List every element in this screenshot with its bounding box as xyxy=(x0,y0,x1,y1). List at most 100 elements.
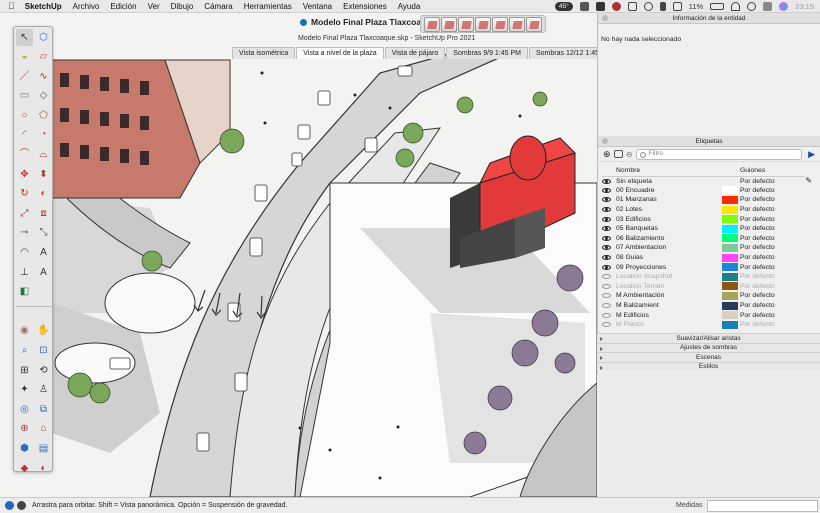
layout-icon[interactable]: ▤ xyxy=(35,440,52,457)
credits-icon[interactable] xyxy=(17,501,26,510)
battery-icon[interactable] xyxy=(710,3,725,10)
orbit-icon[interactable]: ◉ xyxy=(16,323,33,340)
left-view-icon[interactable] xyxy=(509,17,525,32)
position-camera-icon[interactable]: ✦ xyxy=(16,382,33,399)
apple-icon[interactable]:  xyxy=(8,1,15,11)
close-icon[interactable] xyxy=(602,15,608,21)
style-icon[interactable]: ◆ xyxy=(16,460,33,477)
siri-icon[interactable] xyxy=(779,2,789,11)
visibility-eye-icon[interactable] xyxy=(602,197,611,203)
polygon-icon[interactable]: ⬠ xyxy=(35,107,52,124)
recorder-icon[interactable] xyxy=(595,2,605,11)
tag-row[interactable]: M Ambientación Por defecto xyxy=(602,291,818,301)
circle-icon[interactable]: ○ xyxy=(16,107,33,124)
tag-color-swatch[interactable] xyxy=(721,253,738,262)
add-tag-icon[interactable]: ⊕ xyxy=(603,149,611,160)
visibility-eye-icon[interactable] xyxy=(602,245,611,251)
tag-color-swatch[interactable] xyxy=(721,320,738,329)
tag-row[interactable]: 02 Lotes Por defecto xyxy=(602,205,818,215)
freehand-icon[interactable]: ∿ xyxy=(35,68,52,85)
tag-name[interactable]: 06 Balizamiento xyxy=(616,234,722,244)
col-dashes[interactable]: Guiones xyxy=(739,166,806,177)
tray-styles[interactable]: Estilos xyxy=(597,361,820,371)
offset-icon[interactable]: ⧈ xyxy=(35,205,52,222)
menu-dibujo[interactable]: Dibujo xyxy=(171,2,194,11)
arc-2pt-icon[interactable]: ⌒ xyxy=(16,147,33,164)
visibility-eye-icon[interactable] xyxy=(602,235,611,241)
top-view-icon[interactable] xyxy=(441,17,457,32)
warehouse-icon[interactable]: ⌂ xyxy=(35,421,52,438)
zoom-window-icon[interactable]: ⊡ xyxy=(35,343,52,360)
temperature-badge[interactable]: 45° xyxy=(554,2,573,11)
follow-me-icon[interactable]: ◐ xyxy=(35,186,52,203)
tag-name[interactable]: 05 Banquetas xyxy=(616,224,722,234)
tag-color-swatch[interactable] xyxy=(721,205,738,214)
scale-icon[interactable]: ⤢ xyxy=(16,205,33,222)
geolocation-icon[interactable] xyxy=(5,501,14,510)
extension-icon[interactable]: ⬢ xyxy=(16,440,33,457)
visibility-eye-icon[interactable] xyxy=(602,207,611,213)
zoom-icon[interactable]: ⌕ xyxy=(16,343,33,360)
tag-name[interactable]: 08 Guias xyxy=(616,253,722,263)
tag-dash[interactable]: Por defecto xyxy=(740,234,805,244)
tag-dash[interactable]: Por defecto xyxy=(740,224,805,234)
tag-dash[interactable]: Por defecto xyxy=(740,291,805,301)
visibility-eye-icon[interactable] xyxy=(602,293,611,299)
tag-row[interactable]: 08 Guias Por defecto xyxy=(602,253,818,263)
rotated-rectangle-icon[interactable]: ◇ xyxy=(35,88,52,105)
menu-herramientas[interactable]: Herramientas xyxy=(244,2,292,11)
tag-color-swatch[interactable] xyxy=(721,186,738,195)
axes-icon[interactable]: ⊥ xyxy=(16,264,33,281)
tag-name[interactable]: M Planos xyxy=(616,320,722,330)
zoom-extents-icon[interactable]: ⊞ xyxy=(16,362,33,379)
tag-name[interactable]: 01 Manzanas xyxy=(616,195,722,205)
battery-percent[interactable]: 11% xyxy=(689,2,703,11)
pencil-icon[interactable]: ✎ xyxy=(805,176,812,185)
visibility-eye-icon[interactable] xyxy=(602,283,611,289)
tag-row[interactable]: 01 Manzanas Por defecto xyxy=(602,195,818,205)
control-center-icon[interactable] xyxy=(763,2,773,11)
tag-row[interactable]: 03 Edificios Por defecto xyxy=(602,214,818,224)
line-icon[interactable]: ／ xyxy=(16,68,33,85)
tag-dash[interactable]: Por defecto xyxy=(740,320,805,330)
menu-camara[interactable]: Cámara xyxy=(204,2,232,11)
tag-color-swatch[interactable] xyxy=(721,272,738,281)
tray-shadows[interactable]: Ajustes de sombras xyxy=(597,342,820,352)
details-arrow-icon[interactable]: ▶ xyxy=(808,149,815,160)
menu-extensiones[interactable]: Extensiones xyxy=(343,2,387,11)
pan-icon[interactable]: ✋ xyxy=(35,323,52,340)
3d-text-icon[interactable]: A xyxy=(35,264,52,281)
sync-icon[interactable] xyxy=(643,2,653,11)
tag-dash[interactable]: Por defecto xyxy=(740,195,805,205)
tag-color-swatch[interactable] xyxy=(721,243,738,252)
tag-row[interactable]: 06 Balizamiento Por defecto xyxy=(602,234,818,244)
previous-view-icon[interactable]: ⟲ xyxy=(35,362,52,379)
menu-edicion[interactable]: Edición xyxy=(110,2,136,11)
back-view-icon[interactable] xyxy=(492,17,508,32)
rectangle-icon[interactable]: ▭ xyxy=(16,88,33,105)
visibility-eye-icon[interactable] xyxy=(602,312,611,318)
tag-dash[interactable]: Por defecto xyxy=(740,205,805,215)
tags-header[interactable]: Etiquetas xyxy=(598,136,820,147)
tag-dash[interactable]: Por defecto xyxy=(740,262,805,272)
shadow-icon[interactable]: ◐ xyxy=(35,460,52,477)
tape-measure-icon[interactable]: ⊸ xyxy=(16,225,33,242)
tag-row[interactable]: Location Snapshot Por defecto xyxy=(602,272,818,282)
tag-dash[interactable]: Por defecto xyxy=(740,301,805,311)
clock[interactable]: 23:15 xyxy=(795,2,814,11)
tag-name[interactable]: 03 Edificios xyxy=(616,214,722,224)
menu-ayuda[interactable]: Ayuda xyxy=(398,2,421,11)
tag-dash[interactable]: Por defecto xyxy=(740,282,805,292)
solid-tools-icon[interactable]: ⊕ xyxy=(16,421,33,438)
front-view-icon[interactable] xyxy=(458,17,474,32)
tray-soften-edges[interactable]: Suavizar/Alisar aristas xyxy=(597,333,820,343)
extension-status-icon[interactable] xyxy=(579,2,589,11)
perspective-icon[interactable] xyxy=(526,17,542,32)
component-icon[interactable]: ⬡ xyxy=(35,29,52,46)
tag-dash[interactable]: Por defecto xyxy=(740,272,805,282)
tag-name[interactable]: M Balizamient xyxy=(616,301,722,311)
visibility-eye-icon[interactable] xyxy=(602,187,611,193)
tag-color-swatch[interactable] xyxy=(721,311,738,320)
menu-ver[interactable]: Ver xyxy=(148,2,160,11)
measurements-input[interactable] xyxy=(707,500,818,512)
